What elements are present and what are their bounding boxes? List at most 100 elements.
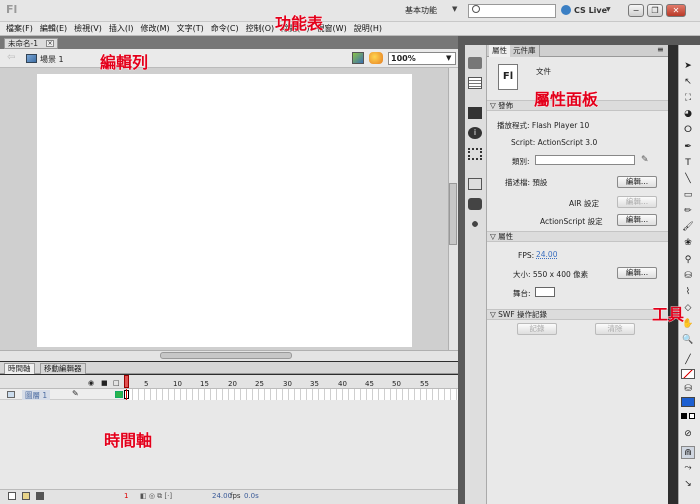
edit-class-icon[interactable]: ✎ bbox=[641, 155, 651, 165]
free-transform-tool-icon[interactable]: ⛶ bbox=[681, 92, 695, 105]
timeline-body bbox=[0, 400, 458, 489]
stroke-color-icon[interactable]: ╱ bbox=[681, 354, 695, 367]
horizontal-scroll-thumb[interactable] bbox=[160, 352, 292, 359]
menu-modify[interactable]: 修改(M) bbox=[140, 23, 169, 34]
eye-icon[interactable]: ◉ bbox=[88, 379, 94, 387]
layer-type-icon bbox=[7, 391, 15, 398]
lasso-tool-icon[interactable]: ⵔ bbox=[681, 124, 695, 137]
straighten-icon[interactable]: ↘ bbox=[681, 478, 695, 491]
restore-button[interactable]: ❐ bbox=[647, 4, 663, 17]
lock-icon[interactable]: ■ bbox=[101, 379, 108, 387]
swap-colors-icon[interactable] bbox=[689, 413, 695, 419]
section-swf-history[interactable]: ▽ SWF 操作記錄 bbox=[487, 309, 668, 320]
menu-insert[interactable]: 插入(I) bbox=[109, 23, 134, 34]
outline-icon[interactable]: □ bbox=[113, 379, 120, 387]
info-icon[interactable]: i bbox=[468, 127, 482, 139]
eyedropper-tool-icon[interactable]: ⌇ bbox=[681, 286, 695, 299]
component-inspector-icon[interactable] bbox=[468, 218, 482, 230]
section-publish-label: 發佈 bbox=[498, 101, 514, 110]
panel-menu-icon[interactable]: ≡ bbox=[657, 45, 664, 54]
align-icon[interactable] bbox=[468, 107, 482, 119]
code-snippets-icon[interactable] bbox=[468, 178, 482, 190]
workspace-switcher[interactable]: 基本功能 bbox=[405, 5, 437, 16]
size-edit-button[interactable]: 編輯... bbox=[617, 267, 657, 279]
selection-tool-icon[interactable]: ➤ bbox=[681, 60, 695, 73]
menu-text[interactable]: 文字(T) bbox=[177, 23, 204, 34]
text-tool-icon[interactable]: T bbox=[681, 157, 695, 170]
motion-presets-icon[interactable] bbox=[468, 57, 482, 69]
edit-symbol-icon[interactable] bbox=[352, 52, 364, 64]
components-icon[interactable] bbox=[468, 198, 482, 210]
bone-tool-icon[interactable]: ⚲ bbox=[681, 254, 695, 267]
cs-live-icon[interactable] bbox=[561, 5, 571, 15]
playhead[interactable] bbox=[124, 375, 129, 388]
3d-rotation-tool-icon[interactable]: ◕ bbox=[681, 108, 695, 121]
fps-label: FPS: bbox=[518, 251, 535, 260]
stage[interactable] bbox=[37, 74, 412, 347]
stage-color-swatch[interactable] bbox=[535, 287, 555, 297]
actionscript-edit-button[interactable]: 編輯... bbox=[617, 214, 657, 226]
frame-number: 5 bbox=[144, 380, 149, 388]
stage-label: 舞台: bbox=[513, 289, 531, 298]
pencil-tool-icon[interactable]: ✏ bbox=[681, 205, 695, 218]
tools-header bbox=[668, 36, 700, 45]
smooth-icon[interactable]: ⤳ bbox=[681, 462, 695, 475]
air-edit-button[interactable]: 編輯... bbox=[617, 196, 657, 208]
vertical-scroll-thumb[interactable] bbox=[449, 183, 457, 245]
history-icon[interactable] bbox=[468, 77, 482, 89]
fps-unit: fps bbox=[230, 492, 241, 500]
trash-icon[interactable] bbox=[36, 492, 44, 500]
menu-view[interactable]: 檢視(V) bbox=[74, 23, 102, 34]
layer-color-swatch[interactable] bbox=[115, 391, 123, 398]
search-input[interactable] bbox=[468, 4, 556, 18]
paint-bucket-tool-icon[interactable]: ⛁ bbox=[681, 270, 695, 283]
annotation-menubar: 功能表 bbox=[275, 14, 324, 34]
log-button[interactable]: 記錄 bbox=[517, 323, 557, 335]
tab-timeline[interactable]: 時間軸 bbox=[4, 363, 35, 374]
close-icon[interactable]: × bbox=[46, 40, 54, 47]
pen-tool-icon[interactable]: ✒ bbox=[681, 141, 695, 154]
tab-motion-editor[interactable]: 移動編輯器 bbox=[40, 363, 86, 374]
section-properties-label: 屬性 bbox=[498, 232, 514, 241]
chevron-down-icon[interactable]: ▼ bbox=[452, 5, 457, 13]
class-field[interactable] bbox=[535, 155, 635, 165]
clear-button[interactable]: 清除 bbox=[595, 323, 635, 335]
onion-skin-icons[interactable]: ◧ ◎ ⧉ [·] bbox=[140, 492, 172, 501]
profile-edit-button[interactable]: 編輯... bbox=[617, 176, 657, 188]
menu-file[interactable]: 檔案(F) bbox=[6, 23, 33, 34]
fill-color-swatch[interactable] bbox=[681, 397, 695, 407]
close-button[interactable]: ✕ bbox=[666, 4, 686, 17]
zoom-tool-icon[interactable]: 🔍 bbox=[681, 334, 695, 347]
brush-tool-icon[interactable]: 🖌 bbox=[681, 221, 695, 234]
default-colors-icon[interactable] bbox=[681, 413, 687, 419]
edit-scene-icon[interactable] bbox=[369, 52, 383, 64]
fill-color-icon[interactable]: ⛁ bbox=[681, 383, 695, 396]
chevron-down-icon[interactable]: ▼ bbox=[446, 54, 451, 62]
menu-commands[interactable]: 命令(C) bbox=[211, 23, 239, 34]
section-properties[interactable]: ▽ 屬性 bbox=[487, 231, 668, 242]
cs-live-button[interactable]: CS Live bbox=[574, 6, 607, 15]
tab-library[interactable]: 元件庫 bbox=[510, 45, 540, 57]
menu-edit[interactable]: 編輯(E) bbox=[40, 23, 67, 34]
line-tool-icon[interactable]: ╲ bbox=[681, 173, 695, 186]
deco-tool-icon[interactable]: ❀ bbox=[681, 237, 695, 250]
transform-icon[interactable] bbox=[468, 148, 482, 160]
new-layer-icon[interactable] bbox=[8, 492, 16, 500]
snap-to-objects-icon[interactable]: ⋒ bbox=[681, 446, 695, 459]
scene-label[interactable]: 場景 1 bbox=[40, 54, 64, 65]
stroke-color-swatch[interactable] bbox=[681, 369, 695, 379]
menu-help[interactable]: 說明(H) bbox=[354, 23, 382, 34]
frame-grid[interactable] bbox=[127, 389, 458, 400]
fps-value[interactable]: 24.00 bbox=[536, 250, 557, 259]
minimize-button[interactable]: − bbox=[628, 4, 644, 17]
air-settings-label: AIR 設定 bbox=[569, 199, 599, 208]
subselection-tool-icon[interactable]: ↖ bbox=[681, 76, 695, 89]
chevron-down-icon[interactable]: ▼ bbox=[606, 6, 611, 13]
menu-control[interactable]: 控制(O) bbox=[246, 23, 275, 34]
no-color-icon[interactable]: ⊘ bbox=[681, 428, 695, 441]
class-label: 類別: bbox=[512, 157, 530, 166]
tab-properties[interactable]: 屬性 bbox=[489, 45, 511, 57]
rectangle-tool-icon[interactable]: ▭ bbox=[681, 189, 695, 202]
new-folder-icon[interactable] bbox=[22, 492, 30, 500]
back-arrow-icon[interactable]: ⇦ bbox=[7, 52, 15, 63]
